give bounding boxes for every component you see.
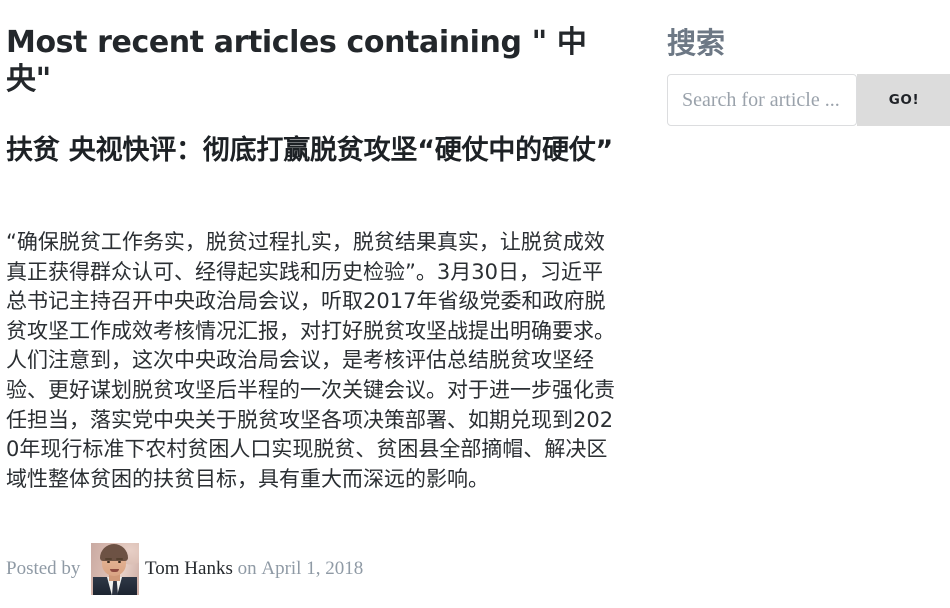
avatar-eye-left: [107, 561, 110, 563]
byline-author-link[interactable]: Tom Hanks: [145, 558, 233, 579]
search-submit-button[interactable]: GO!: [857, 74, 950, 126]
byline-connector: on: [237, 558, 257, 579]
search-widget-title: 搜索: [667, 26, 726, 60]
search-form: GO!: [667, 74, 950, 126]
post-title-link[interactable]: 扶贫 央视快评：彻底打赢脱贫攻坚“硬仗中的硬仗”: [6, 133, 626, 169]
post-body-text: “确保脱贫工作务实，脱贫过程扎实，脱贫结果真实，让脱贫成效真正获得群众认可、经得…: [6, 230, 615, 491]
page-title: Most recent articles containing " 中央": [6, 25, 587, 97]
search-input[interactable]: [667, 74, 857, 126]
avatar-eyebrow-left: [105, 558, 112, 560]
byline-date: April 1, 2018: [261, 558, 364, 579]
byline-prefix: Posted by: [6, 558, 81, 579]
avatar[interactable]: [91, 543, 139, 595]
byline-author-group: Tom Hanks on April 1, 2018: [145, 556, 363, 582]
page-root: Most recent articles containing " 中央" 扶贫…: [0, 0, 950, 608]
post-byline: Posted by Tom Hanks on April 1, 2018: [6, 543, 606, 608]
avatar-eyebrow-right: [116, 558, 123, 560]
avatar-eye-right: [118, 561, 121, 563]
main-content-column: Most recent articles containing " 中央" 扶贫…: [0, 0, 632, 608]
sidebar: 搜索 GO!: [666, 0, 950, 608]
byline-prefix-group: Posted by: [6, 556, 80, 582]
